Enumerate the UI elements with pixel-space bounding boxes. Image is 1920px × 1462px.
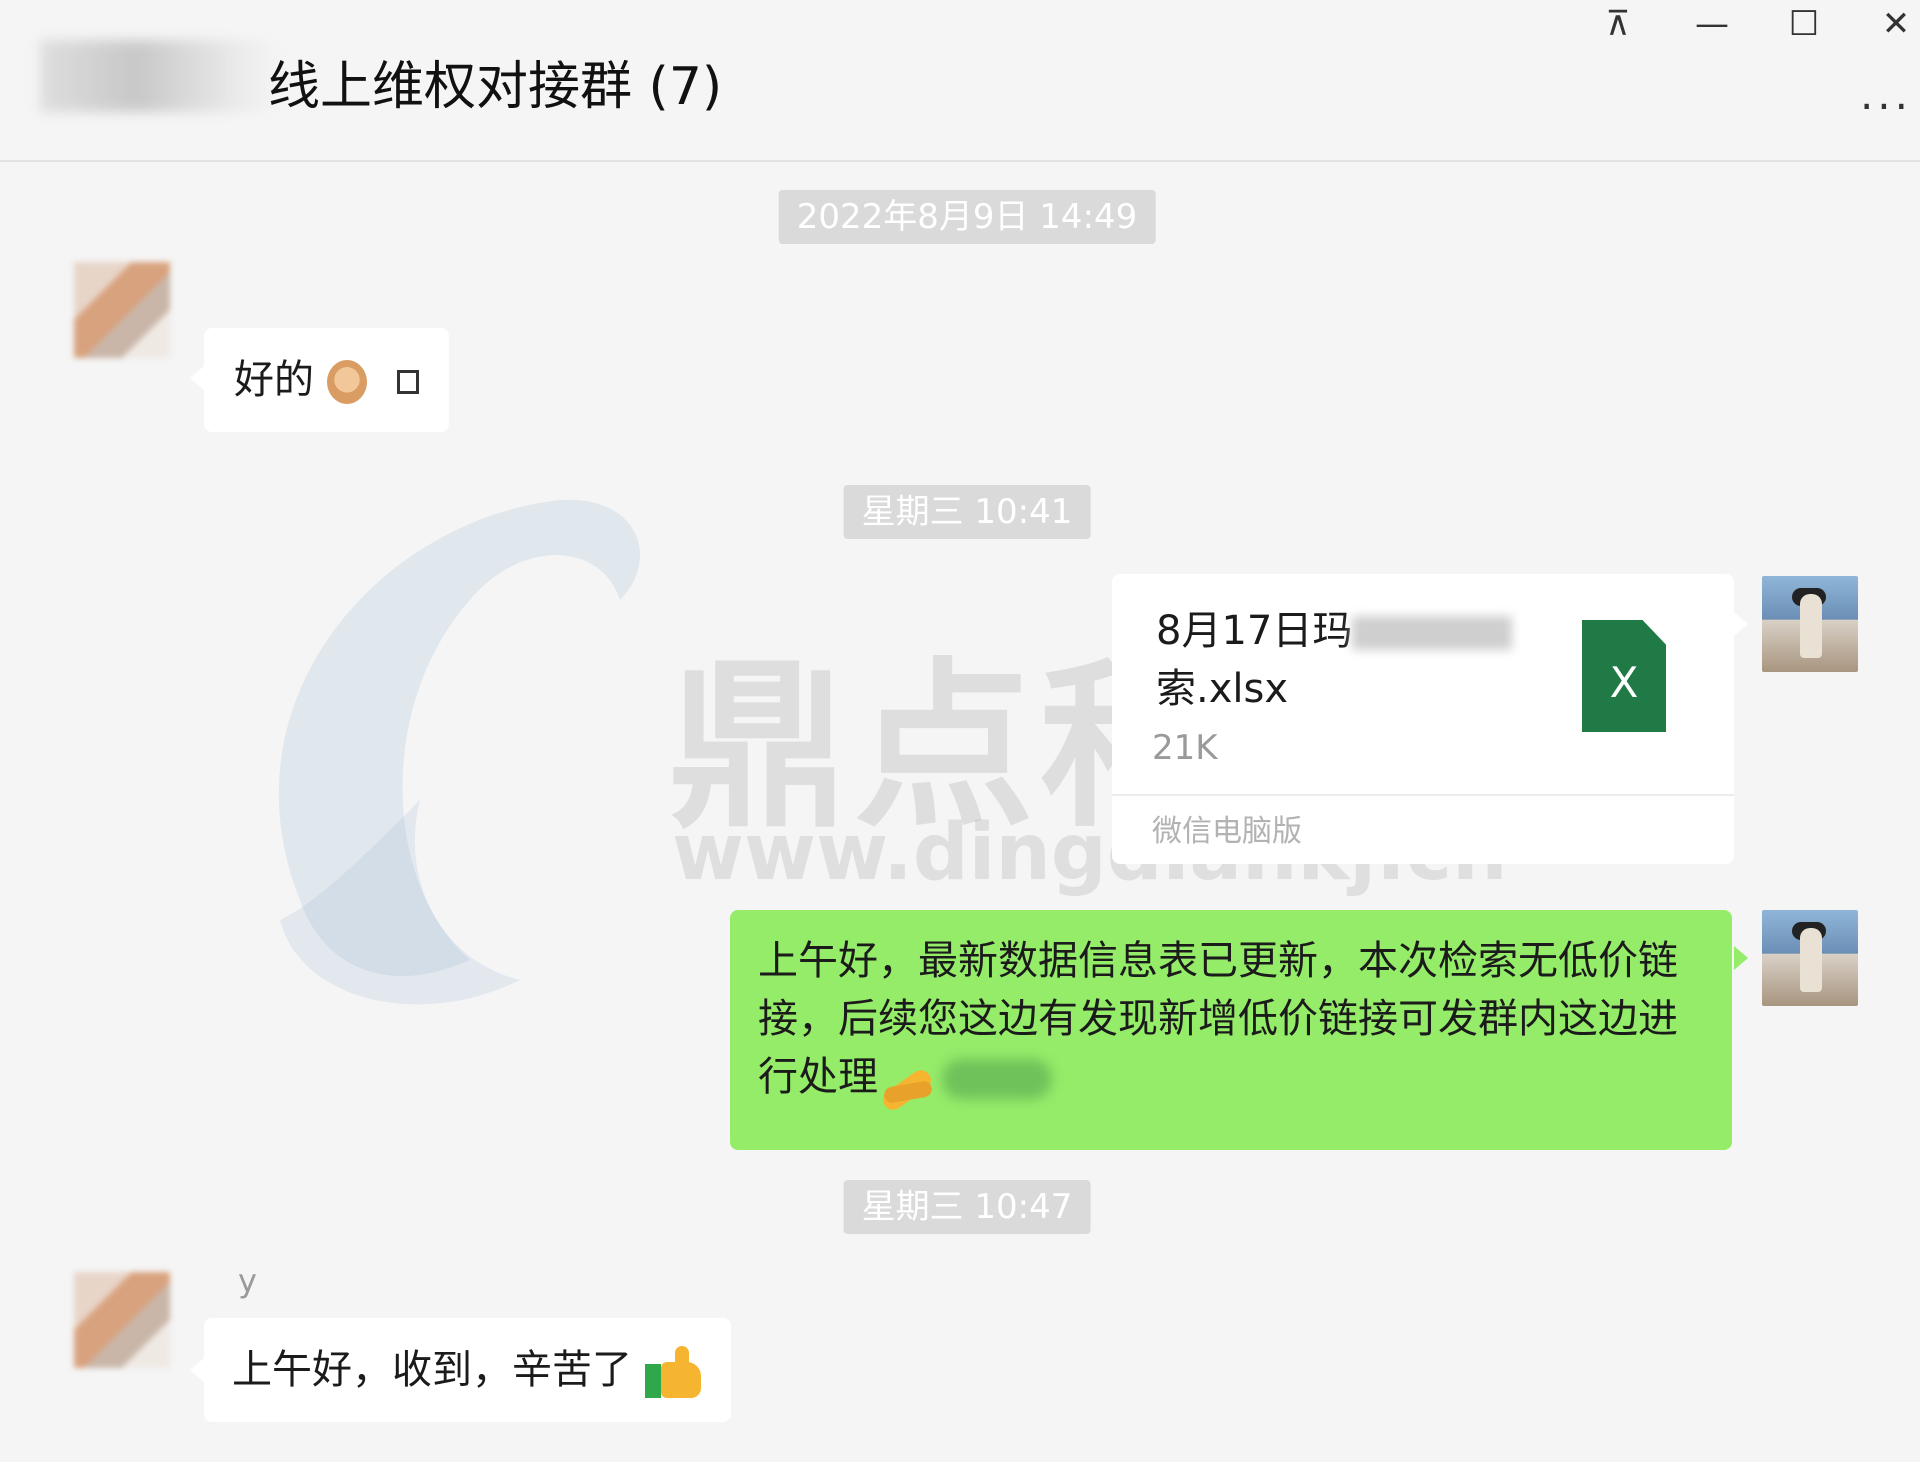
- more-options-button[interactable]: ...: [1860, 70, 1912, 119]
- bubble-tail: [1734, 612, 1748, 636]
- bubble-tail: [190, 366, 204, 390]
- file-message-card[interactable]: 8月17日玛 索.xlsx X 21K 微信电脑版: [1112, 574, 1734, 864]
- excel-icon: X: [1582, 620, 1666, 732]
- chat-title: 线上维权对接群 (7): [268, 57, 723, 117]
- message-bubble[interactable]: 好的: [204, 328, 450, 432]
- ok-hand-emoji-icon: [326, 360, 367, 404]
- timestamp: 星期三 10:47: [843, 1180, 1091, 1234]
- pin-icon[interactable]: ⊼: [1578, 0, 1658, 48]
- blurred-content: [942, 1059, 1052, 1099]
- blurred-file-name: [1352, 616, 1513, 650]
- avatar[interactable]: [1762, 910, 1858, 1006]
- divider: [1112, 794, 1734, 796]
- avatar[interactable]: [74, 262, 170, 358]
- close-button[interactable]: ✕: [1856, 0, 1920, 48]
- blurred-title-prefix: [40, 40, 280, 112]
- sender-name: y: [238, 1262, 257, 1300]
- maximize-button[interactable]: ☐: [1764, 0, 1844, 48]
- bubble-tail: [190, 1358, 204, 1382]
- thumbs-up-emoji-icon: [644, 1346, 703, 1398]
- bubble-tail: [1734, 946, 1748, 970]
- message-bubble[interactable]: 上午好，最新数据信息表已更新，本次检索无低价链接，后续您这边有发现新增低价链接可…: [730, 910, 1732, 1150]
- avatar[interactable]: [74, 1272, 170, 1368]
- minimize-button[interactable]: —: [1672, 0, 1752, 48]
- timestamp: 2022年8月9日 14:49: [778, 190, 1156, 244]
- praying-hands-emoji-icon: [878, 1054, 936, 1114]
- file-name: 8月17日玛 索.xlsx: [1156, 602, 1536, 718]
- message-text: 好的: [234, 357, 314, 403]
- message-bubble[interactable]: 上午好，收到，辛苦了: [204, 1318, 731, 1422]
- unknown-glyph-icon: [397, 370, 420, 394]
- message-text: 上午好，收到，辛苦了: [232, 1347, 632, 1393]
- file-source-label: 微信电脑版: [1152, 814, 1302, 849]
- timestamp: 星期三 10:41: [843, 485, 1091, 539]
- title-bar: 线上维权对接群 (7) ⊼ — ☐ ✕ ...: [0, 0, 1920, 162]
- avatar[interactable]: [1762, 576, 1858, 672]
- file-size: 21K: [1152, 728, 1218, 768]
